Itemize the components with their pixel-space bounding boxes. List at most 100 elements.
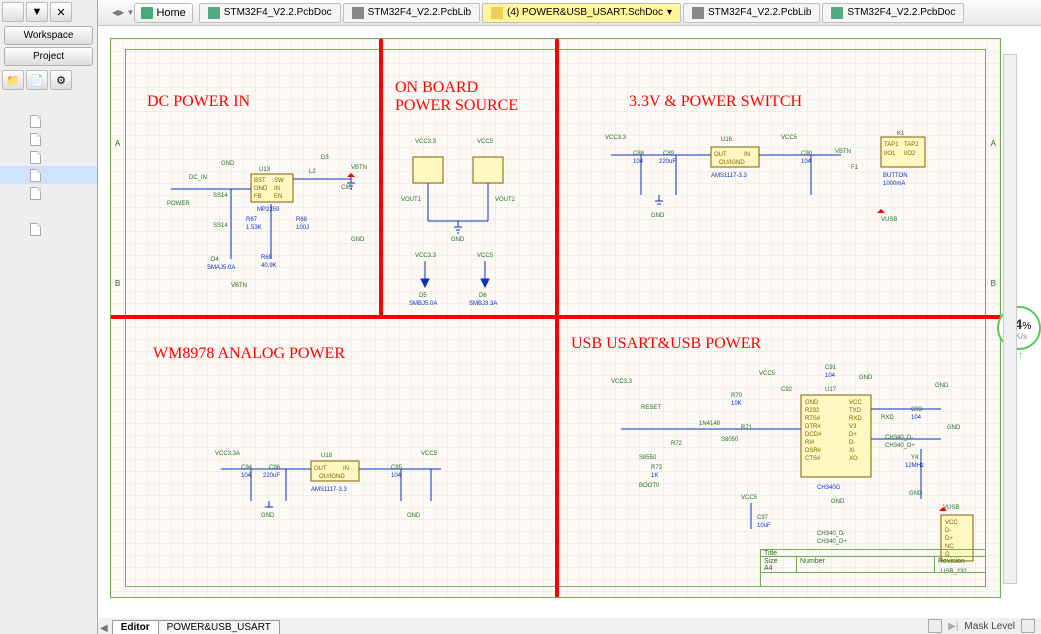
tree-item[interactable]	[0, 112, 97, 130]
svg-text:220uF: 220uF	[659, 159, 676, 165]
tb-number-label: Number	[797, 557, 935, 572]
home-icon	[141, 7, 153, 19]
svg-text:OU/IGND: OU/IGND	[319, 474, 345, 480]
tool-btn[interactable]: 📁	[2, 70, 24, 90]
svg-text:VOUT1: VOUT1	[401, 197, 422, 203]
doc-tab-label: STM32F4_V2.2.PcbDoc	[847, 7, 955, 18]
tree-item-selected[interactable]	[0, 166, 97, 184]
svg-text:VCC5: VCC5	[477, 139, 494, 145]
home-button[interactable]: Home	[134, 3, 192, 23]
svg-text:VCC5: VCC5	[759, 371, 776, 377]
svg-text:GND: GND	[407, 513, 421, 519]
svg-text:CH340_D-: CH340_D-	[885, 435, 913, 441]
pcb-icon	[831, 7, 843, 19]
svg-text:GND: GND	[947, 425, 961, 431]
title-block: Title Size A4 Number Revision	[760, 549, 986, 587]
svg-text:100J: 100J	[296, 225, 309, 231]
svg-text:IN: IN	[274, 186, 280, 192]
svg-text:R69: R69	[261, 255, 273, 261]
section-title-33v: 3.3V & POWER SWITCH	[629, 93, 802, 111]
doc-tab-0[interactable]: STM32F4_V2.2.PcbDoc	[199, 3, 341, 23]
doc-tab-1[interactable]: STM32F4_V2.2.PcbLib	[343, 3, 480, 23]
svg-text:D+: D+	[945, 536, 953, 542]
workspace-button[interactable]: Workspace	[4, 26, 93, 45]
svg-text:EN: EN	[274, 194, 282, 200]
svg-text:DSR#: DSR#	[805, 448, 822, 454]
tb-rev-label: Revision	[935, 557, 985, 572]
svg-text:Y4: Y4	[911, 455, 919, 461]
svg-text:AMS1117-3.3: AMS1117-3.3	[311, 487, 347, 493]
svg-text:VOUT2: VOUT2	[495, 197, 516, 203]
svg-text:U16: U16	[721, 137, 733, 143]
svg-text:104: 104	[911, 415, 922, 421]
svg-text:GND: GND	[805, 400, 819, 406]
svg-text:VCC5: VCC5	[781, 135, 798, 141]
svg-text:R232: R232	[805, 408, 820, 414]
svg-text:VCC3.3: VCC3.3	[415, 253, 437, 259]
svg-text:104: 104	[391, 473, 402, 479]
sch-icon	[491, 7, 503, 19]
dl-arrow-icon: ↑	[1018, 350, 1023, 361]
status-icon[interactable]	[928, 619, 942, 633]
tab-scroll-left[interactable]: ◀▶ ▼	[112, 8, 134, 17]
svg-text:U18: U18	[321, 453, 333, 459]
doc-tab-3[interactable]: STM32F4_V2.2.PcbLib	[683, 3, 820, 23]
svg-text:C91: C91	[825, 365, 837, 371]
schematic-block-onboard: VCC3.3 VCC5 VOUT1 VOUT2 GND VCC3.3 VCC5 …	[395, 129, 551, 299]
tab-editor[interactable]: Editor	[112, 620, 159, 634]
svg-text:C93: C93	[911, 407, 923, 413]
svg-text:CH340_D-: CH340_D-	[817, 531, 845, 537]
tree-item[interactable]	[0, 220, 97, 238]
toolbar-row-1: ▼ ✕	[0, 0, 97, 24]
tab-sheet[interactable]: POWER&USB_USART	[158, 620, 280, 634]
svg-text:R71: R71	[741, 425, 753, 431]
svg-text:GND: GND	[221, 161, 235, 167]
doc-tab-label: STM32F4_V2.2.PcbLib	[368, 7, 471, 18]
svg-text:VCC3.3A: VCC3.3A	[215, 451, 240, 457]
svg-text:R67: R67	[246, 217, 258, 223]
vertical-scrollbar[interactable]	[1003, 54, 1017, 584]
svg-text:RESET: RESET	[641, 405, 661, 411]
svg-text:40.9K: 40.9K	[261, 263, 277, 269]
svg-text:RXD: RXD	[849, 416, 862, 422]
svg-text:V3: V3	[849, 424, 857, 430]
svg-text:C96: C96	[269, 465, 281, 471]
doc-tab-2[interactable]: (4) POWER&USB_USART.SchDoc ▾	[482, 3, 681, 23]
schematic-sheet: A B A B DC POWER IN ON BOARD POWER SOURC…	[110, 38, 1001, 598]
tb-size-value: A4	[764, 565, 793, 572]
svg-text:1.53K: 1.53K	[246, 225, 262, 231]
tool-btn[interactable]: ▼	[26, 2, 48, 22]
project-tree	[0, 112, 97, 238]
tool-btn[interactable]: ✕	[50, 2, 72, 22]
svg-text:SS14: SS14	[213, 193, 228, 199]
status-icon[interactable]	[1021, 619, 1035, 633]
tree-item[interactable]	[0, 148, 97, 166]
svg-text:C88: C88	[633, 151, 645, 157]
svg-text:OUT: OUT	[314, 466, 327, 472]
tree-item[interactable]	[0, 184, 97, 202]
svg-text:12MHz: 12MHz	[905, 463, 924, 469]
svg-text:GND: GND	[651, 213, 665, 219]
svg-text:FB: FB	[254, 194, 262, 200]
tool-btn[interactable]	[2, 2, 24, 22]
svg-text:C90: C90	[801, 151, 813, 157]
mask-level-label[interactable]: Mask Level	[964, 621, 1015, 632]
svg-text:I/O1: I/O1	[884, 151, 896, 157]
tool-btn[interactable]: ⚙	[50, 70, 72, 90]
svg-text:VCC3.3: VCC3.3	[611, 379, 633, 385]
schematic-canvas[interactable]: A B A B DC POWER IN ON BOARD POWER SOURC…	[98, 26, 1041, 618]
doc-tab-4[interactable]: STM32F4_V2.2.PcbDoc	[822, 3, 964, 23]
svg-text:10uF: 10uF	[757, 523, 771, 529]
toolbar-row-2: 📁 📄 ⚙	[0, 68, 97, 92]
tool-btn[interactable]: 📄	[26, 70, 48, 90]
svg-text:GND: GND	[351, 237, 365, 243]
tree-item[interactable]	[0, 130, 97, 148]
svg-text:220uF: 220uF	[263, 473, 280, 479]
svg-text:TAP2: TAP2	[904, 142, 919, 148]
svg-text:SMAJ5.0A: SMAJ5.0A	[207, 265, 235, 271]
left-panel: ▼ ✕ Workspace Project 📁 📄 ⚙	[0, 0, 98, 634]
svg-text:GND: GND	[859, 375, 873, 381]
doc-icon	[30, 169, 41, 182]
svg-text:XI: XI	[849, 448, 855, 454]
project-button[interactable]: Project	[4, 47, 93, 66]
